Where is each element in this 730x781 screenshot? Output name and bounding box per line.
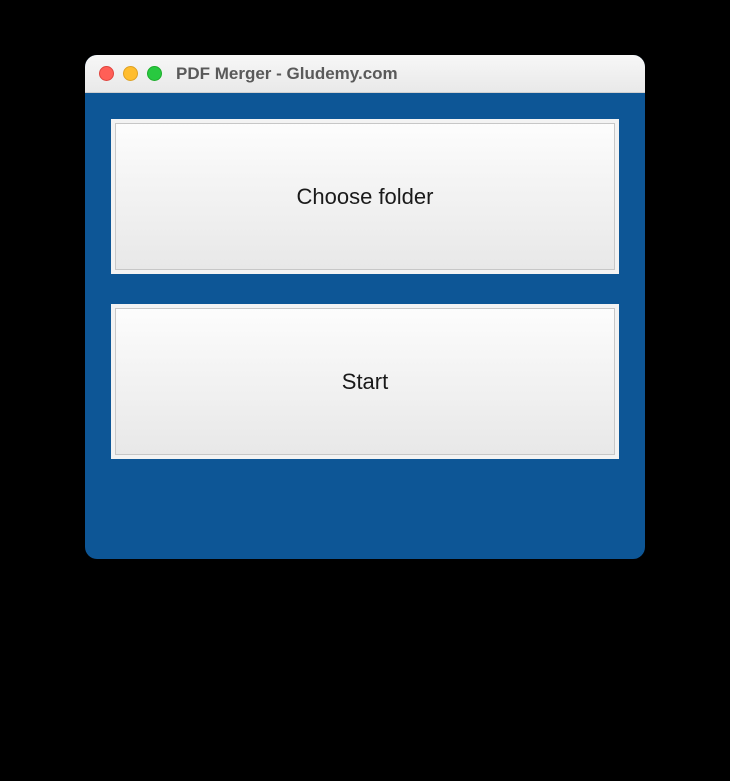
titlebar[interactable]: PDF Merger - Gludemy.com [85,55,645,93]
traffic-lights [99,66,162,81]
start-label: Start [342,369,388,395]
choose-folder-label: Choose folder [297,184,434,210]
minimize-icon[interactable] [123,66,138,81]
close-icon[interactable] [99,66,114,81]
start-button[interactable]: Start [111,304,619,459]
maximize-icon[interactable] [147,66,162,81]
choose-folder-button[interactable]: Choose folder [111,119,619,274]
app-window: PDF Merger - Gludemy.com Choose folder S… [85,55,645,559]
window-title: PDF Merger - Gludemy.com [176,64,398,84]
window-body: Choose folder Start [85,93,645,559]
